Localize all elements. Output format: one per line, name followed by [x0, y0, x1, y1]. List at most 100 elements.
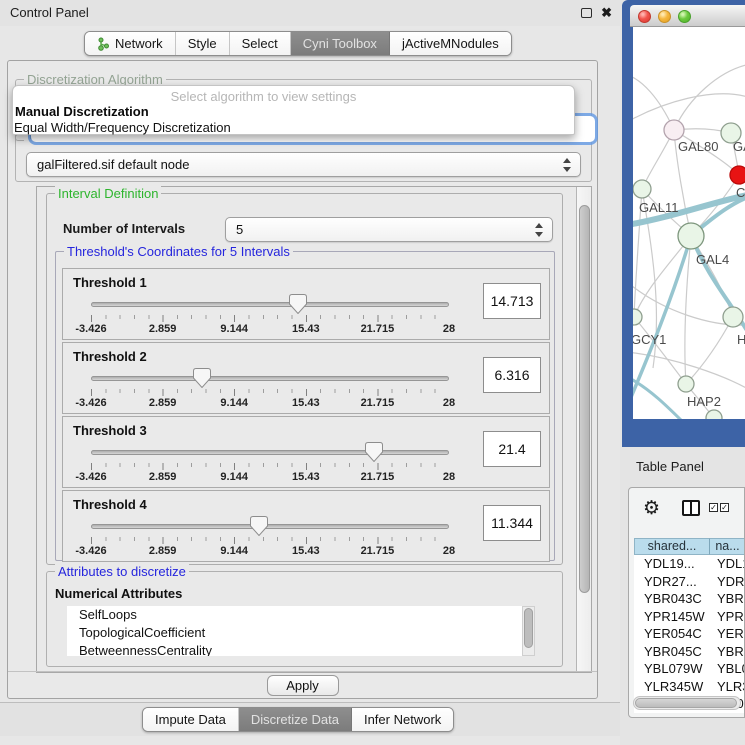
threshold-value-box[interactable]: 11.344: [483, 505, 541, 541]
tick-label: 15.43: [292, 471, 320, 483]
scrollbar-thumb[interactable]: [635, 698, 737, 708]
slider-track[interactable]: [91, 450, 449, 455]
slider-thumb[interactable]: [365, 442, 383, 462]
close-icon[interactable]: ✖: [601, 5, 612, 21]
checkbox-icon[interactable]: ✓: [709, 503, 718, 512]
cell-name[interactable]: YPR1...: [710, 608, 745, 626]
tab-cyni-toolbox[interactable]: Cyni Toolbox: [291, 32, 390, 55]
cell-name[interactable]: YBR0...: [710, 590, 745, 608]
tab-jactivemnodules[interactable]: jActiveMNodules: [390, 32, 511, 55]
table-data-combo[interactable]: galFiltered.sif default node: [26, 152, 581, 177]
split-columns-icon[interactable]: [682, 500, 700, 516]
float-window-icon[interactable]: [581, 8, 592, 18]
cell-shared-name[interactable]: YLR345W: [634, 678, 710, 696]
table-row[interactable]: YLR345WYLR3...: [634, 678, 745, 696]
cell-name[interactable]: YDR2...: [710, 573, 745, 591]
threshold-slider[interactable]: -3.4262.8599.14415.4321.71528: [91, 515, 449, 561]
threshold-value-box[interactable]: 6.316: [483, 357, 541, 393]
attribute-item-selfloops[interactable]: SelfLoops: [67, 606, 522, 624]
network-node-label: GCY1: [633, 332, 666, 347]
column-header-name[interactable]: na...: [710, 538, 745, 555]
horizontal-scrollbar[interactable]: [633, 696, 741, 710]
table-row[interactable]: YER054CYER0...: [634, 625, 745, 643]
network-node-gal11[interactable]: [633, 180, 651, 198]
table-rows: YDL19...YDL1...YDR27...YDR2...YBR043CYBR…: [634, 555, 745, 713]
threshold-slider[interactable]: -3.4262.8599.14415.4321.71528: [91, 367, 449, 413]
vertical-scrollbar[interactable]: [576, 187, 591, 672]
slider-track[interactable]: [91, 524, 449, 529]
tick-label: 28: [443, 323, 455, 335]
column-header-shared-name[interactable]: shared...: [634, 538, 710, 555]
tab-impute-data[interactable]: Impute Data: [143, 708, 239, 731]
slider-thumb[interactable]: [289, 294, 307, 314]
network-node-c[interactable]: [730, 166, 745, 184]
threshold-label: Threshold 3: [73, 423, 147, 438]
network-node-h[interactable]: [723, 307, 743, 327]
cell-shared-name[interactable]: YPR145W: [634, 608, 710, 626]
tick-label: 9.144: [220, 545, 248, 557]
minimize-traffic-light-icon[interactable]: [658, 10, 671, 23]
threshold-value-box[interactable]: 14.713: [483, 283, 541, 319]
table-row[interactable]: YDR27...YDR2...: [634, 573, 745, 591]
threshold-slider[interactable]: -3.4262.8599.14415.4321.71528: [91, 293, 449, 339]
dropdown-option-manual-discretization[interactable]: Manual Discretization: [15, 104, 149, 119]
tab-style[interactable]: Style: [176, 32, 230, 55]
threshold-slider[interactable]: -3.4262.8599.14415.4321.71528: [91, 441, 449, 487]
number-of-intervals-combo[interactable]: 5: [225, 217, 553, 242]
zoom-traffic-light-icon[interactable]: [678, 10, 691, 23]
apply-button[interactable]: Apply: [267, 675, 339, 696]
slider-thumb[interactable]: [250, 516, 268, 536]
tab-select[interactable]: Select: [230, 32, 291, 55]
tab-network[interactable]: Network: [85, 32, 176, 55]
cell-name[interactable]: YBL0...: [710, 660, 745, 678]
network-node-hap2[interactable]: [678, 376, 694, 392]
tab-label: Impute Data: [155, 712, 226, 727]
cell-name[interactable]: YBR0...: [710, 643, 745, 661]
cell-shared-name[interactable]: YBR045C: [634, 643, 710, 661]
scrollbar-thumb[interactable]: [524, 608, 533, 648]
cell-shared-name[interactable]: YDL19...: [634, 555, 710, 573]
algorithm-dropdown-popup: Select algorithm to view settings Manual…: [12, 85, 575, 135]
group-title: Threshold's Coordinates for 5 Intervals: [64, 244, 293, 259]
tab-infer-network[interactable]: Infer Network: [352, 708, 453, 731]
network-node-label: GAL11: [639, 200, 679, 215]
slider-track[interactable]: [91, 376, 449, 381]
cell-shared-name[interactable]: YDR27...: [634, 573, 710, 591]
network-node-gcy1[interactable]: [633, 309, 642, 325]
cell-name[interactable]: YDL1...: [710, 555, 745, 573]
tick-label: 15.43: [292, 545, 320, 557]
threshold-value-box[interactable]: 21.4: [483, 431, 541, 467]
dropdown-option-equal-width-frequency[interactable]: Equal Width/Frequency Discretization: [14, 120, 231, 135]
checkbox-icon[interactable]: ✓: [720, 503, 729, 512]
cell-shared-name[interactable]: YBL079W: [634, 660, 710, 678]
attribute-item-betweennesscentrality[interactable]: BetweennessCentrality: [67, 642, 522, 656]
tick-label: 15.43: [292, 397, 320, 409]
network-canvas[interactable]: GAL80GACGAL11GAL4GCY1HHAP2: [633, 27, 745, 419]
network-node-label: C: [736, 185, 745, 200]
close-traffic-light-icon[interactable]: [638, 10, 651, 23]
table-row[interactable]: YBL079WYBL0...: [634, 660, 745, 678]
table-row[interactable]: YDL19...YDL1...: [634, 555, 745, 573]
network-node-gal4[interactable]: [678, 223, 704, 249]
slider-thumb[interactable]: [193, 368, 211, 388]
numerical-attributes-list[interactable]: SelfLoopsTopologicalCoefficientBetweenne…: [67, 606, 522, 656]
tab-discretize-data[interactable]: Discretize Data: [239, 708, 352, 731]
gear-icon[interactable]: ⚙: [643, 497, 660, 519]
scrollbar-thumb[interactable]: [579, 205, 590, 593]
control-panel-titlebar: Control Panel ✖: [0, 0, 620, 26]
table-row[interactable]: YBR043CYBR0...: [634, 590, 745, 608]
table-row[interactable]: YBR045CYBR0...: [634, 643, 745, 661]
attributes-list-scrollbar[interactable]: [522, 606, 535, 656]
attribute-item-topologicalcoefficient[interactable]: TopologicalCoefficient: [67, 624, 522, 642]
cell-name[interactable]: YLR3...: [710, 678, 745, 696]
network-node-gal80[interactable]: [664, 120, 684, 140]
control-panel: Control Panel ✖ NetworkStyleSelectCyni T…: [0, 0, 620, 745]
slider-track[interactable]: [91, 302, 449, 307]
settings-scrollpane: Interval Definition Number of Intervals …: [36, 186, 592, 673]
table-row[interactable]: YPR145WYPR1...: [634, 608, 745, 626]
cell-shared-name[interactable]: YBR043C: [634, 590, 710, 608]
cell-shared-name[interactable]: YER054C: [634, 625, 710, 643]
slider-ticks: [91, 315, 449, 322]
panel-title: Control Panel: [10, 0, 89, 26]
cell-name[interactable]: YER0...: [710, 625, 745, 643]
